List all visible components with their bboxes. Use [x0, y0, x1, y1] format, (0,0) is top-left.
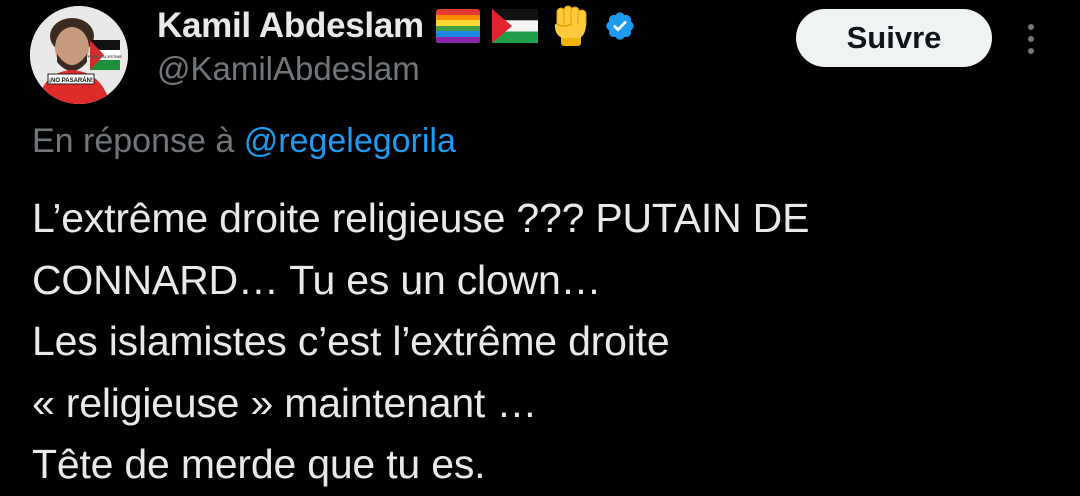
- tweet-line: CONNARD… Tu es un clown…: [32, 256, 602, 303]
- more-vertical-icon: [1016, 22, 1046, 56]
- tweet-line: Les islamistes c’est l’extrême droite: [32, 318, 670, 364]
- raised-fist-icon: [550, 4, 592, 48]
- tweet-line: Tête de merde que tu es.: [32, 441, 486, 487]
- more-options-button[interactable]: [1016, 22, 1046, 56]
- tweet-line: L’extrême droite religieuse ??? PUTAIN D…: [32, 195, 810, 241]
- rainbow-flag-icon: [435, 9, 480, 43]
- author-name-row: Kamil Abdeslam: [157, 4, 636, 48]
- tweet-line: « religieuse » maintenant …: [32, 379, 538, 426]
- display-name[interactable]: Kamil Abdeslam: [157, 6, 424, 46]
- avatar-sign-text: ¡NO PASARÁN!: [49, 77, 93, 84]
- reply-prefix: En réponse à: [32, 122, 244, 160]
- avatar[interactable]: ¡NO PASARÁN! FREE PALESTINE: [30, 6, 128, 104]
- verified-badge-icon[interactable]: [604, 10, 636, 42]
- author-handle[interactable]: @KamilAbdeslam: [157, 50, 420, 88]
- follow-button[interactable]: Suivre: [796, 9, 992, 67]
- tweet-text: L’extrême droite religieuse ??? PUTAIN D…: [32, 188, 1052, 496]
- reply-context: En réponse à @regelegorila: [32, 122, 456, 161]
- reply-mention-link[interactable]: @regelegorila: [244, 122, 456, 160]
- palestine-flag-icon: [491, 9, 538, 43]
- avatar-flag-text: FREE PALESTINE: [88, 54, 122, 59]
